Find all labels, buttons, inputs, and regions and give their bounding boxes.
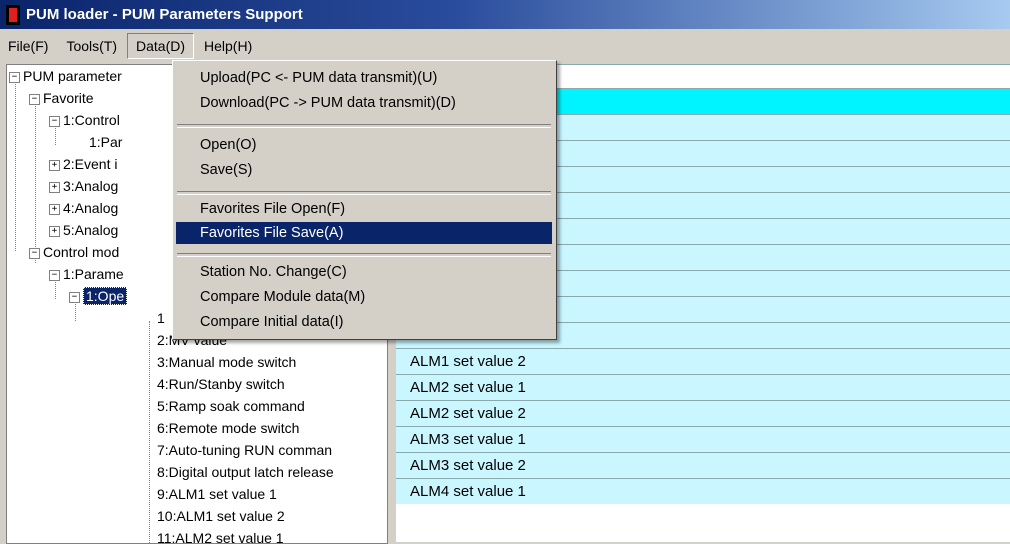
menu-favorites-save[interactable]: Favorites File Save(A) bbox=[176, 222, 552, 244]
tree-item-7[interactable]: 7:Auto-tuning RUN comman bbox=[157, 439, 332, 461]
tree-item-parameter[interactable]: −1:Parame bbox=[49, 263, 124, 285]
tree-item-analog-5[interactable]: +5:Analog bbox=[49, 219, 118, 241]
expand-icon[interactable]: + bbox=[49, 159, 60, 171]
collapse-icon[interactable]: − bbox=[49, 115, 60, 127]
tree-item-control-mode[interactable]: − Control mod bbox=[29, 241, 119, 263]
app-icon bbox=[6, 4, 20, 25]
menu-separator bbox=[177, 191, 551, 195]
menu-file[interactable]: File(F) bbox=[0, 34, 56, 58]
menu-tools[interactable]: Tools(T) bbox=[58, 34, 125, 58]
tree-item-analog-4[interactable]: +4:Analog bbox=[49, 197, 118, 219]
tree-item-9[interactable]: 9:ALM1 set value 1 bbox=[157, 483, 277, 505]
tree-item-par[interactable]: 1:Par bbox=[89, 131, 122, 153]
tree-item-8[interactable]: 8:Digital output latch release bbox=[157, 461, 334, 483]
expand-icon[interactable]: + bbox=[49, 203, 60, 215]
tree-item-analog-3[interactable]: +3:Analog bbox=[49, 175, 118, 197]
collapse-icon[interactable]: − bbox=[29, 93, 40, 105]
collapse-icon[interactable]: − bbox=[9, 71, 20, 83]
menu-bar: File(F) Tools(T) Data(D) Help(H) bbox=[0, 30, 1010, 61]
collapse-icon[interactable]: − bbox=[49, 269, 60, 281]
tree-item-event[interactable]: +2:Event i bbox=[49, 153, 117, 175]
tree-item-10[interactable]: 10:ALM1 set value 2 bbox=[157, 505, 285, 527]
tree-item-control[interactable]: −1:Control bbox=[49, 109, 120, 131]
expand-icon[interactable]: + bbox=[49, 181, 60, 193]
grid-row[interactable]: ALM2 set value 2 bbox=[396, 400, 1010, 426]
grid-row[interactable]: ALM3 set value 1 bbox=[396, 426, 1010, 452]
menu-open[interactable]: Open(O) bbox=[176, 134, 552, 156]
tree-item-3[interactable]: 3:Manual mode switch bbox=[157, 351, 296, 373]
menu-compare-module[interactable]: Compare Module data(M) bbox=[176, 286, 552, 308]
menu-separator bbox=[177, 124, 551, 128]
title-bar: PUM loader - PUM Parameters Support bbox=[0, 0, 1010, 29]
collapse-icon[interactable]: − bbox=[29, 247, 40, 259]
menu-save[interactable]: Save(S) bbox=[176, 159, 552, 181]
tree-selected-label: 1:Ope bbox=[83, 287, 128, 305]
tree-item-5[interactable]: 5:Ramp soak command bbox=[157, 395, 305, 417]
menu-upload[interactable]: Upload(PC <- PUM data transmit)(U) bbox=[176, 67, 552, 89]
tree-item-1[interactable]: 1 bbox=[157, 307, 165, 329]
tree-item-favorite[interactable]: − Favorite bbox=[29, 87, 94, 109]
expand-icon[interactable]: + bbox=[49, 225, 60, 237]
menu-data[interactable]: Data(D) bbox=[127, 32, 195, 59]
menu-help[interactable]: Help(H) bbox=[196, 34, 260, 58]
menu-separator bbox=[177, 253, 551, 257]
grid-row[interactable]: ALM3 set value 2 bbox=[396, 452, 1010, 478]
tree-item-operation[interactable]: −1:Ope bbox=[69, 285, 128, 307]
menu-download[interactable]: Download(PC -> PUM data transmit)(D) bbox=[176, 92, 552, 114]
menu-favorites-open[interactable]: Favorites File Open(F) bbox=[176, 198, 552, 220]
tree-item-root[interactable]: − PUM parameter bbox=[9, 65, 122, 87]
tree-item-6[interactable]: 6:Remote mode switch bbox=[157, 417, 299, 439]
window-title: PUM loader - PUM Parameters Support bbox=[26, 6, 303, 23]
collapse-icon[interactable]: − bbox=[69, 291, 80, 303]
tree-item-11[interactable]: 11:ALM2 set value 1 bbox=[157, 527, 284, 543]
grid-row[interactable]: ALM4 set value 1 bbox=[396, 478, 1010, 504]
grid-row[interactable]: ALM2 set value 1 bbox=[396, 374, 1010, 400]
grid-row[interactable]: ALM1 set value 2 bbox=[396, 348, 1010, 374]
tree-item-4[interactable]: 4:Run/Stanby switch bbox=[157, 373, 285, 395]
menu-station-change[interactable]: Station No. Change(C) bbox=[176, 261, 552, 283]
menu-compare-initial[interactable]: Compare Initial data(I) bbox=[176, 311, 552, 333]
data-menu-dropdown: Upload(PC <- PUM data transmit)(U) Downl… bbox=[172, 60, 557, 340]
